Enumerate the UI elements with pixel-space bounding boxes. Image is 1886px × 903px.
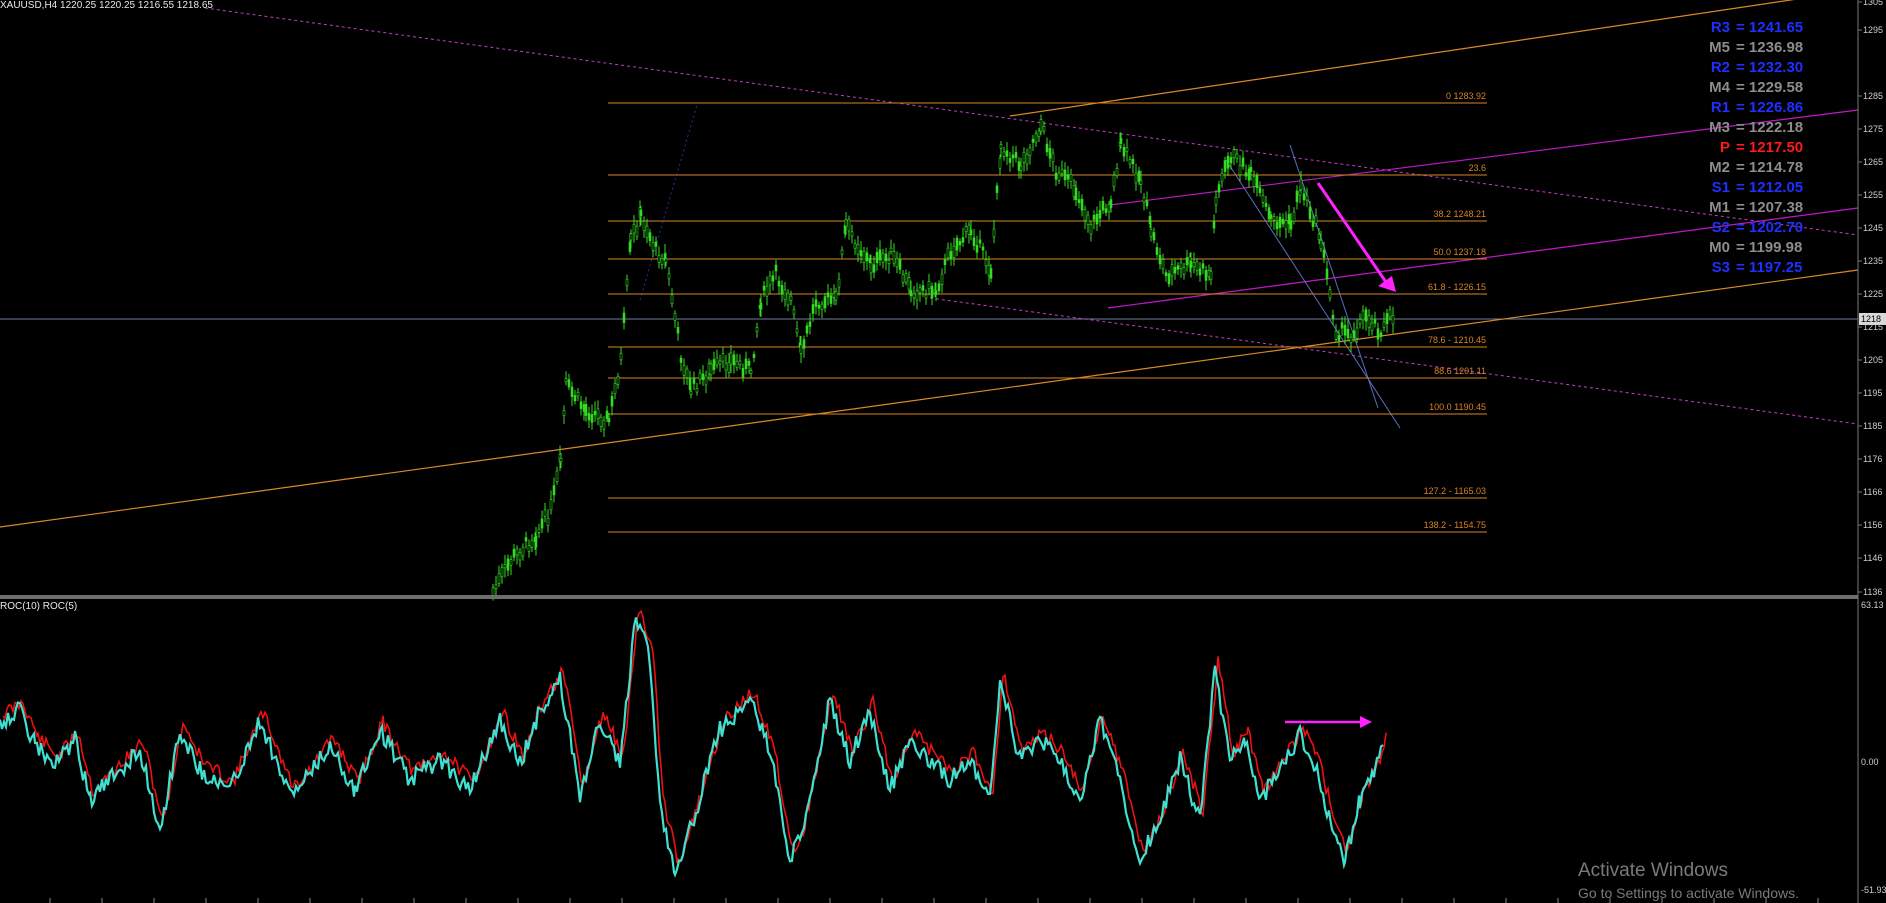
price-axis-label: 1265 <box>1863 157 1883 167</box>
pivot-value: = 1207.38 <box>1736 199 1804 216</box>
indicator-title: ROC(10) ROC(5) <box>0 601 78 612</box>
pivot-value: = 1199.98 <box>1736 239 1803 256</box>
fib-level-label: 88.6 1201.11 <box>1434 366 1486 376</box>
pivot-value: = 1222.18 <box>1736 119 1804 136</box>
roc-scale-top: 63.13 <box>1861 600 1884 610</box>
pivot-row-m3: M3 = 1222.18 <box>1700 118 1830 138</box>
pivot-row-r2: R2 = 1232.30 <box>1700 58 1830 78</box>
pivot-value: = 1236.98 <box>1736 39 1804 56</box>
fib-level-label: 61.8 - 1226.15 <box>1428 282 1486 292</box>
price-axis-label: 1185 <box>1863 421 1882 431</box>
watermark-subtitle: Go to Settings to activate Windows. <box>1578 885 1799 901</box>
pivot-label: M4 <box>1709 79 1730 96</box>
price-axis-label: 1295 <box>1863 25 1883 35</box>
price-axis-label: 1195 <box>1863 388 1882 398</box>
price-axis-label: 1146 <box>1863 553 1882 563</box>
pivot-label: M0 <box>1709 239 1730 256</box>
ohlc-values: 1220.25 1220.25 1216.55 1218.65 <box>60 0 213 11</box>
window-separator[interactable] <box>0 595 1858 599</box>
pivot-label: R2 <box>1710 59 1730 76</box>
pivot-label: M3 <box>1709 119 1730 136</box>
fib-level-label: 100.0 1190.45 <box>1429 402 1486 412</box>
pivot-value: = 1232.30 <box>1736 59 1804 76</box>
symbol-label: XAUUSD,H4 <box>0 0 58 11</box>
pivot-row-s2: S2 = 1202.70 <box>1700 218 1830 238</box>
roc-scale-bottom: -51.93 <box>1861 885 1886 895</box>
price-axis-label: 1205 <box>1863 355 1883 365</box>
pivot-value: = 1197.25 <box>1736 259 1803 276</box>
pivot-value: = 1226.86 <box>1736 99 1804 116</box>
price-axis-label: 1136 <box>1863 587 1882 597</box>
pivot-value: = 1212.05 <box>1736 179 1804 196</box>
current-price-marker-text: 1218 <box>1861 314 1881 324</box>
fib-level-label: 0 1283.92 <box>1446 91 1486 101</box>
activation-watermark: Activate Windows Go to Settings to activ… <box>1578 860 1799 901</box>
watermark-title: Activate Windows <box>1578 860 1728 881</box>
pivot-label: S3 <box>1711 259 1730 276</box>
price-axis-label: 1305 <box>1863 0 1883 7</box>
price-axis-label: 1275 <box>1863 124 1883 134</box>
fib-level-label: 138.2 - 1154.75 <box>1424 520 1486 530</box>
fib-level-label: 38.2 1248.21 <box>1433 209 1486 219</box>
fib-level-label: 127.2 - 1165.03 <box>1424 486 1486 496</box>
pivot-value: = 1202.70 <box>1736 219 1804 236</box>
pivot-row-m1: M1 = 1207.38 <box>1700 198 1830 218</box>
price-axis-label: 1235 <box>1863 256 1883 266</box>
pivot-value: = 1217.50 <box>1736 139 1804 156</box>
pivot-value: = 1241.65 <box>1736 19 1804 36</box>
price-axis-label: 1156 <box>1863 520 1882 530</box>
pivot-label: P <box>1719 139 1730 156</box>
price-axis-label: 1166 <box>1863 487 1882 497</box>
pivot-row-s1: S1 = 1212.05 <box>1700 178 1830 198</box>
chart-header: XAUUSD,H4 1220.25 1220.25 1216.55 1218.6… <box>0 0 213 11</box>
pivot-label: S1 <box>1711 179 1730 196</box>
pivot-label: M1 <box>1709 199 1730 216</box>
pivot-row-m5: M5 = 1236.98 <box>1700 38 1830 58</box>
roc-scale-zero: 0.00 <box>1861 757 1879 767</box>
pivot-row-p: P = 1217.50 <box>1700 138 1830 158</box>
pivot-label: M2 <box>1709 159 1730 176</box>
price-axis-label: 1176 <box>1863 454 1882 464</box>
pivot-row-m0: M0 = 1199.98 <box>1700 238 1830 258</box>
fib-level-label: 50.0 1237.18 <box>1433 247 1486 257</box>
price-axis-label: 1245 <box>1863 223 1883 233</box>
fib-level-label: 23.6 <box>1468 163 1486 173</box>
price-axis-label: 1285 <box>1863 91 1883 101</box>
fib-level-label: 78.6 - 1210.45 <box>1428 335 1486 345</box>
pivot-label: S2 <box>1711 219 1730 236</box>
price-axis-label: 1255 <box>1863 190 1883 200</box>
pivot-row-m4: M4 = 1229.58 <box>1700 78 1830 98</box>
pivot-value: = 1229.58 <box>1736 79 1804 96</box>
price-axis-label: 1225 <box>1863 289 1883 299</box>
pivot-row-m2: M2 = 1214.78 <box>1700 158 1830 178</box>
chart-canvas[interactable]: 0 1283.92 23.6 38.2 1248.21 50.0 1237.18 61.… <box>0 0 1886 903</box>
pivot-row-r3: R3 = 1241.65 <box>1700 18 1830 38</box>
pivot-label: R3 <box>1710 19 1730 36</box>
pivot-row-r1: R1 = 1226.86 <box>1700 98 1830 118</box>
pivot-label: M5 <box>1709 39 1730 56</box>
pivot-value: = 1214.78 <box>1736 159 1804 176</box>
pivot-row-s3: S3 = 1197.25 <box>1700 258 1830 278</box>
pivot-label: R1 <box>1710 99 1730 116</box>
